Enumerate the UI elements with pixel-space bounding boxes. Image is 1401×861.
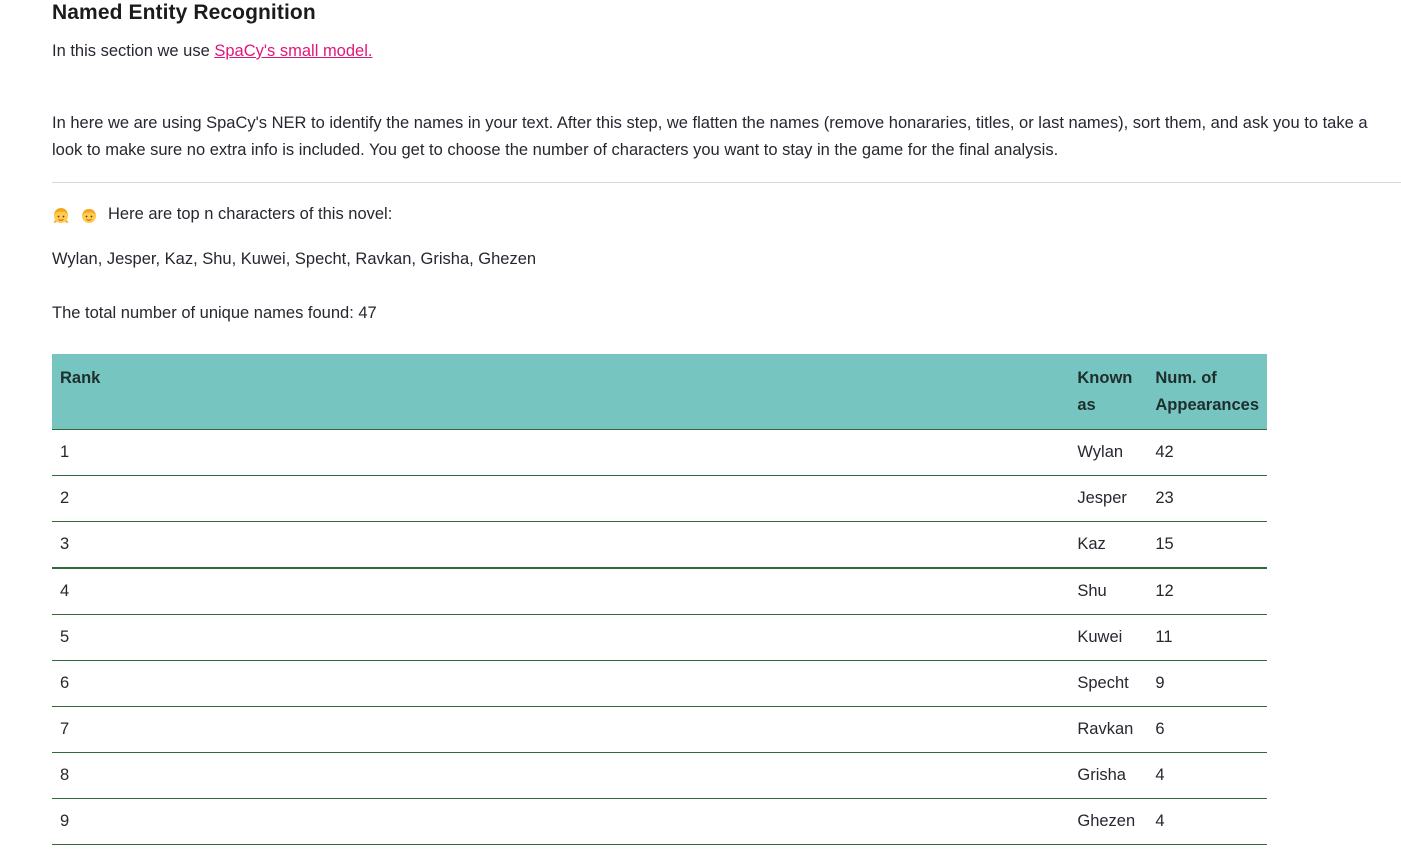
name-cell: Ghezen	[1069, 798, 1148, 845]
characters-table: Rank Known as Num. of Appearances 1 Wyla…	[52, 354, 1267, 845]
intro-text: In this section we use SpaCy's small mod…	[52, 38, 372, 65]
rank-cell: 5	[52, 614, 1070, 661]
description-text: In here we are using SpaCy's NER to iden…	[52, 114, 1368, 159]
table-row: 2 Jesper 23	[52, 475, 1267, 522]
column-header-appearances[interactable]: Num. of Appearances	[1147, 354, 1267, 430]
rank-cell: 8	[52, 752, 1070, 799]
name-cell: Kuwei	[1069, 614, 1148, 661]
count-cell: 9	[1147, 660, 1267, 707]
table-row: 4 Shu 12	[52, 568, 1267, 615]
count-cell: 4	[1147, 798, 1267, 845]
column-header-rank[interactable]: Rank	[52, 354, 1070, 430]
spacy-model-link[interactable]: SpaCy's small model.	[214, 42, 372, 60]
name-cell: Shu	[1069, 568, 1148, 615]
table-row: 5 Kuwei 11	[52, 614, 1267, 661]
name-cell: Specht	[1069, 660, 1148, 707]
rank-cell: 9	[52, 798, 1070, 845]
rank-cell: 7	[52, 706, 1070, 753]
boy-emoji-icon	[82, 208, 96, 223]
name-cell: Jesper	[1069, 475, 1148, 522]
section-title: Named Entity Recognition	[52, 1, 316, 24]
rank-cell: 3	[52, 521, 1070, 569]
table-row: 8 Grisha 4	[52, 752, 1267, 799]
rank-cell: 4	[52, 568, 1070, 615]
table-row: 3 Kaz 15	[52, 521, 1267, 569]
name-cell: Grisha	[1069, 752, 1148, 799]
top-characters-heading: Here are top n characters of this novel:	[52, 201, 392, 228]
rank-cell: 1	[52, 429, 1070, 476]
name-cell: Wylan	[1069, 429, 1148, 476]
count-cell: 23	[1147, 475, 1267, 522]
count-cell: 15	[1147, 521, 1267, 569]
table-row: 6 Specht 9	[52, 660, 1267, 707]
column-header-known-as[interactable]: Known as	[1069, 354, 1148, 430]
count-cell: 4	[1147, 752, 1267, 799]
table-row: 7 Ravkan 6	[52, 706, 1267, 753]
count-cell: 42	[1147, 429, 1267, 476]
character-names-list: Wylan, Jesper, Kaz, Shu, Kuwei, Specht, …	[52, 250, 537, 268]
table-row: 9 Ghezen 4	[52, 798, 1267, 845]
name-cell: Ravkan	[1069, 706, 1148, 753]
unique-names-total: The total number of unique names found: …	[52, 304, 377, 322]
name-cell: Kaz	[1069, 521, 1148, 569]
count-cell: 12	[1147, 568, 1267, 615]
rank-cell: 2	[52, 475, 1070, 522]
rank-cell: 6	[52, 660, 1070, 707]
girl-emoji-icon	[53, 207, 69, 223]
count-cell: 6	[1147, 706, 1267, 753]
table-row: 1 Wylan 42	[52, 429, 1267, 476]
divider	[52, 182, 1401, 183]
count-cell: 11	[1147, 614, 1267, 661]
intro-prefix: In this section we use	[52, 42, 215, 60]
top-characters-label: Here are top n characters of this novel:	[108, 205, 393, 223]
table-header-row: Rank Known as Num. of Appearances	[52, 354, 1267, 430]
